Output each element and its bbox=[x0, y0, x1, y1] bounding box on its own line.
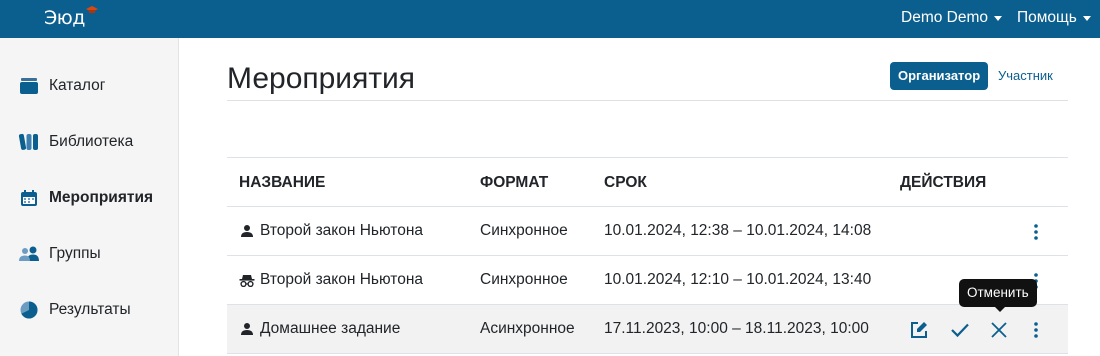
pie-chart-icon bbox=[18, 300, 40, 320]
event-name-cell[interactable]: Домашнее задание bbox=[239, 320, 400, 338]
user-menu-label: Demo Demo bbox=[901, 9, 988, 26]
sidebar-item-label: Каталог bbox=[49, 77, 106, 94]
graduation-hat-icon bbox=[86, 6, 98, 13]
top-navbar: Эюд Demo Demo Помощь bbox=[0, 0, 1100, 38]
event-format: Асинхронное bbox=[480, 320, 575, 337]
users-icon bbox=[18, 244, 40, 264]
approve-check-icon[interactable] bbox=[948, 318, 972, 342]
sidebar-item-label: Результаты bbox=[49, 301, 131, 318]
library-icon bbox=[18, 132, 40, 152]
sidebar-item-catalog[interactable]: Каталог bbox=[18, 74, 105, 98]
title-divider bbox=[227, 100, 1068, 101]
event-name: Второй закон Ньютона bbox=[260, 222, 424, 239]
help-menu-label: Помощь bbox=[1017, 9, 1077, 26]
incognito-icon bbox=[239, 272, 255, 288]
caret-down-icon bbox=[1082, 16, 1091, 21]
organizer-toggle-button[interactable]: Организатор bbox=[890, 62, 989, 90]
sidebar-item-groups[interactable]: Группы bbox=[18, 242, 101, 266]
edit-icon[interactable] bbox=[907, 318, 931, 342]
column-header-name[interactable]: НАЗВАНИЕ bbox=[239, 174, 325, 192]
event-name-cell[interactable]: Второй закон Ньютона bbox=[239, 222, 423, 240]
table-row[interactable]: Второй закон Ньютона Синхронное 10.01.20… bbox=[227, 207, 1068, 256]
participant-toggle-button[interactable]: Участник bbox=[994, 62, 1057, 90]
event-period: 17.11.2023, 10:00 – 18.11.2023, 10:00 bbox=[604, 320, 869, 337]
event-period: 10.01.2024, 12:38 – 10.01.2024, 14:08 bbox=[604, 222, 872, 239]
table-header: НАЗВАНИЕ ФОРМАТ СРОК ДЕЙСТВИЯ bbox=[227, 157, 1068, 207]
sidebar-item-events[interactable]: Мероприятия bbox=[18, 186, 153, 210]
page-title: Мероприятия bbox=[227, 62, 416, 95]
column-header-period[interactable]: СРОК bbox=[604, 174, 647, 192]
event-format: Синхронное bbox=[480, 222, 568, 239]
cancel-tooltip: Отменить bbox=[959, 279, 1037, 307]
column-header-actions: ДЕЙСТВИЯ bbox=[900, 174, 987, 191]
table-row[interactable]: Домашнее задание Асинхронное 17.11.2023,… bbox=[227, 305, 1068, 354]
tooltip-arrow bbox=[994, 306, 1006, 312]
event-name: Второй закон Ньютона bbox=[260, 271, 424, 288]
calendar-icon bbox=[18, 188, 40, 208]
sidebar-item-results[interactable]: Результаты bbox=[18, 298, 131, 322]
caret-down-icon bbox=[994, 16, 1002, 21]
sidebar-item-label: Мероприятия bbox=[49, 189, 154, 206]
table-row[interactable]: Второй закон Ньютона Синхронное 10.01.20… bbox=[227, 256, 1068, 305]
event-name-cell[interactable]: Второй закон Ньютона bbox=[239, 271, 423, 289]
person-icon bbox=[239, 223, 255, 239]
event-name: Домашнее задание bbox=[260, 320, 401, 337]
person-icon bbox=[239, 321, 255, 337]
user-menu[interactable]: Demo Demo bbox=[901, 9, 1002, 27]
sidebar-item-label: Группы bbox=[49, 245, 101, 262]
app-logo[interactable]: Эюд bbox=[40, 5, 100, 31]
event-format: Синхронное bbox=[480, 271, 568, 288]
column-header-format[interactable]: ФОРМАТ bbox=[480, 174, 548, 192]
sidebar-item-label: Библиотека bbox=[49, 133, 134, 150]
cancel-close-icon[interactable] bbox=[987, 318, 1011, 342]
catalog-icon bbox=[18, 76, 40, 96]
logo-text: Эюд bbox=[44, 7, 85, 29]
events-table: НАЗВАНИЕ ФОРМАТ СРОК ДЕЙСТВИЯ Второй зак… bbox=[227, 157, 1068, 354]
event-period: 10.01.2024, 12:10 – 10.01.2024, 13:40 bbox=[604, 271, 872, 288]
more-actions-icon[interactable] bbox=[1024, 318, 1048, 342]
sidebar-item-library[interactable]: Библиотека bbox=[18, 130, 133, 154]
help-menu[interactable]: Помощь bbox=[1017, 9, 1091, 27]
sidebar: Каталог Библиотека Мероприятия Группы Ре… bbox=[0, 38, 179, 356]
more-actions-icon[interactable] bbox=[1024, 220, 1048, 244]
